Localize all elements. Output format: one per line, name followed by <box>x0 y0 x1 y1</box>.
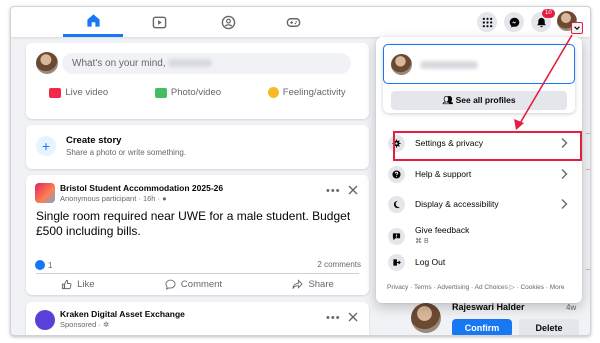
browser-frame: 10 What's on your mind, Live video Photo… <box>10 6 591 336</box>
annotation-arrow <box>514 34 573 130</box>
